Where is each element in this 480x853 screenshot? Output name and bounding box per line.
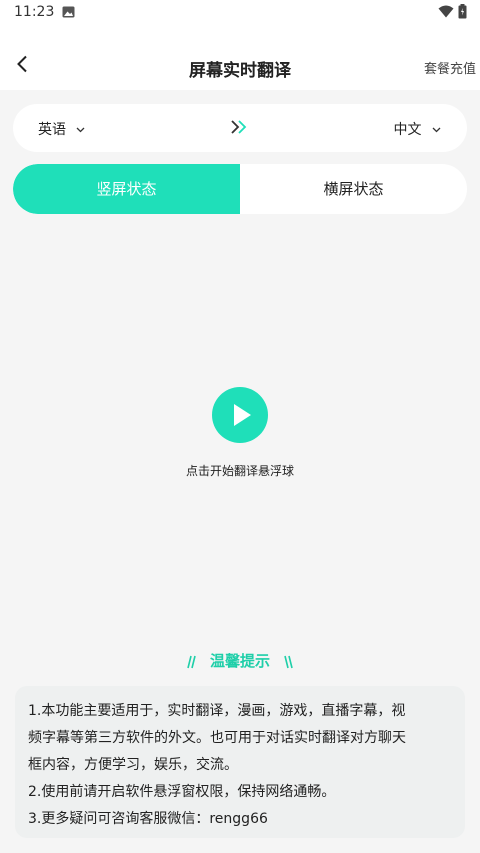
tips-line: 频字幕等第三方软件的外文。也可用于对话实时翻译对方聊天 [28, 730, 406, 746]
tips-line: 2.使用前请开启软件悬浮窗权限，保持网络通畅。 [28, 784, 336, 800]
tips-line: 框内容，方便学习，娱乐，交流。 [28, 757, 238, 773]
tips-header: 温馨提示 [0, 650, 480, 671]
battery-icon [458, 4, 467, 19]
tips-line: 1.本功能主要适用于，实时翻译，漫画，游戏，直播字幕，视 [28, 703, 406, 719]
wifi-icon [438, 5, 454, 18]
play-icon [234, 404, 251, 426]
tips-line: 3.更多疑问可咨询客服微信：rengg66 [28, 811, 268, 827]
start-translation-button[interactable] [212, 387, 268, 443]
page-title: 屏幕实时翻译 [189, 61, 291, 81]
swap-arrow-icon[interactable] [231, 119, 249, 135]
package-recharge-button[interactable]: 套餐充值 [424, 58, 476, 77]
tips-card: 1.本功能主要适用于，实时翻译，漫画，游戏，直播字幕，视 频字幕等第三方软件的外… [15, 686, 465, 838]
screen-mode-tabs: 竖屏状态 横屏状态 [13, 164, 467, 214]
tips-left-decoration-icon [186, 655, 196, 668]
status-bar: 11:23 [0, 0, 480, 26]
source-language-label: 英语 [38, 122, 66, 138]
source-language-dropdown[interactable]: 英语 [38, 119, 85, 139]
nav-bar: 屏幕实时翻译 套餐充值 [0, 26, 480, 90]
start-translation-caption: 点击开始翻译悬浮球 [185, 464, 294, 478]
language-selector: 英语 中文 [13, 104, 467, 152]
chevron-down-icon [76, 127, 85, 133]
tab-landscape[interactable]: 横屏状态 [240, 164, 467, 214]
target-language-dropdown[interactable]: 中文 [394, 119, 441, 139]
target-language-label: 中文 [393, 122, 422, 138]
tab-portrait[interactable]: 竖屏状态 [13, 164, 240, 214]
image-icon [62, 6, 75, 18]
tips-right-decoration-icon [284, 655, 294, 668]
tips-title: 温馨提示 [209, 652, 270, 670]
status-time: 11:23 [14, 4, 55, 20]
chevron-down-icon [432, 127, 441, 133]
